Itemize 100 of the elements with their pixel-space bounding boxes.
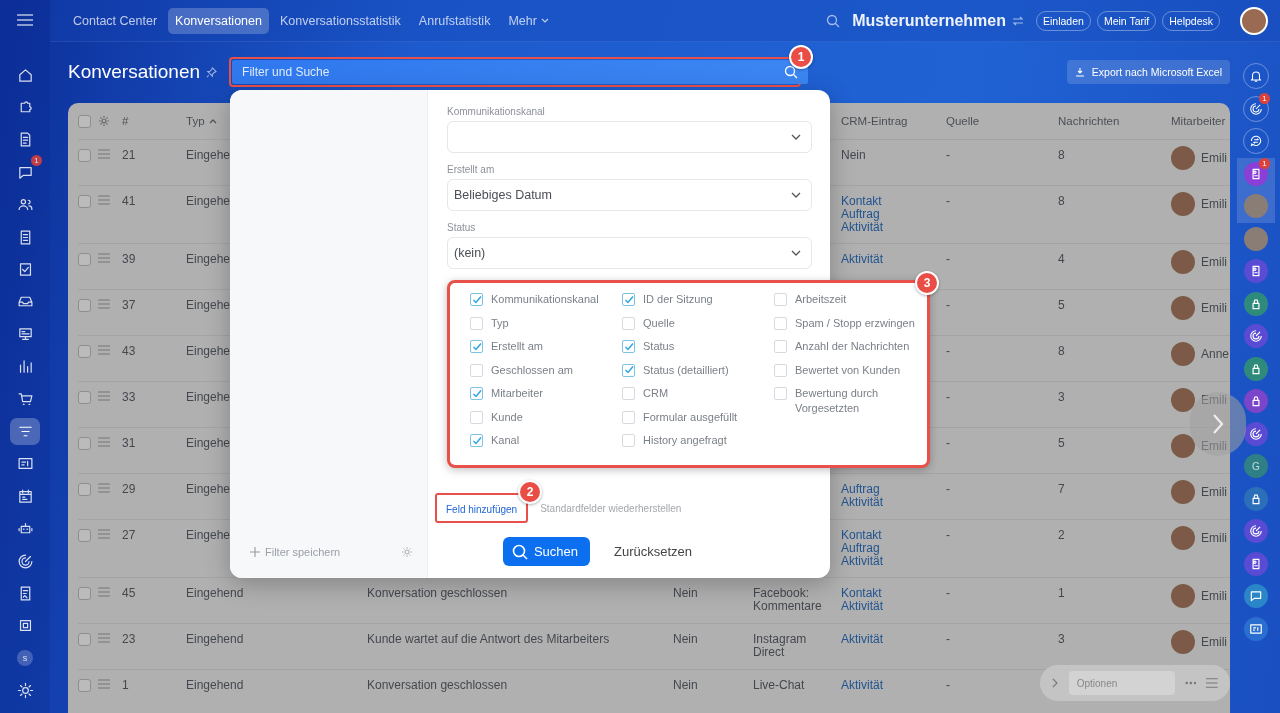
employee-name[interactable]: Emili (1201, 635, 1227, 649)
add-field-link[interactable]: Feld hinzufügen (446, 504, 518, 515)
employee-name[interactable]: Emili (1201, 151, 1227, 165)
drag-handle-icon[interactable] (98, 587, 110, 597)
column-header[interactable]: Quelle (946, 115, 1058, 127)
checkbox[interactable] (78, 299, 91, 312)
reset-button[interactable]: Zurücksetzen (610, 537, 697, 566)
app-button[interactable] (1244, 486, 1268, 511)
checkbox[interactable] (78, 195, 91, 208)
checkbox[interactable] (78, 253, 91, 266)
app-button[interactable]: G (1244, 454, 1268, 479)
dropdown-field[interactable] (447, 121, 812, 153)
nav-tab[interactable]: Anrufstatistik (411, 7, 498, 34)
drag-handle-icon[interactable] (98, 679, 110, 689)
field-option-label[interactable]: History angefragt (643, 433, 727, 448)
checkbox[interactable] (78, 437, 91, 450)
list-icon[interactable] (1206, 677, 1218, 689)
checkbox[interactable] (470, 434, 483, 447)
crm-link[interactable]: Aktivität (841, 633, 883, 646)
checkbox[interactable] (78, 633, 91, 646)
employee-name[interactable]: Emili (1201, 255, 1227, 269)
sidebar-button[interactable]: s (10, 645, 40, 672)
crm-link[interactable]: Aktivität (841, 600, 883, 613)
field-option-label[interactable]: Kanal (491, 433, 520, 448)
checkbox[interactable] (470, 293, 483, 306)
group-avatar[interactable] (1244, 226, 1268, 251)
employee-name[interactable]: Emili (1201, 197, 1227, 211)
checkbox[interactable] (78, 679, 91, 692)
app-button[interactable] (1244, 356, 1268, 381)
field-option-label[interactable]: Formular ausgefüllt (643, 409, 738, 425)
drag-handle-icon[interactable] (98, 633, 110, 643)
field-option-label[interactable]: ID der Sitzung (643, 292, 713, 307)
crm-link[interactable]: Aktivität (841, 496, 883, 509)
pin-icon[interactable] (206, 66, 218, 78)
settings-icon[interactable] (401, 546, 413, 558)
app-button[interactable] (1244, 291, 1268, 316)
nav-tab[interactable]: Konversationen (168, 7, 269, 34)
company-name[interactable]: Musterunternehmen (852, 11, 1006, 30)
column-header[interactable]: CRM-Eintrag (841, 115, 946, 127)
dropdown-field[interactable]: Beliebiges Datum (447, 179, 812, 211)
field-option-label[interactable]: CRM (643, 386, 669, 401)
user-avatar[interactable] (1240, 6, 1268, 35)
checkbox[interactable] (78, 529, 91, 542)
sidebar-button[interactable] (10, 418, 40, 445)
field-option-label[interactable]: Bewertung durch Vorgesetzten (795, 386, 919, 416)
checkbox[interactable] (78, 149, 91, 162)
settings-icon[interactable] (98, 115, 110, 127)
crm-link[interactable]: Kontakt (841, 195, 882, 208)
checkbox[interactable] (622, 340, 635, 353)
search-field[interactable]: Filter und Suche (232, 60, 809, 84)
crm-link[interactable]: Aktivität (841, 555, 883, 568)
crm-link[interactable]: Kontakt (841, 529, 882, 542)
crm-link[interactable]: Auftrag (841, 208, 880, 221)
app-button[interactable]: 1 (1244, 161, 1268, 186)
dropdown-field[interactable]: (kein) (447, 237, 812, 269)
switch-icon[interactable] (1012, 15, 1024, 26)
employee-name[interactable]: Emili (1201, 589, 1227, 603)
field-option-label[interactable]: Kunde (491, 409, 523, 425)
column-header[interactable]: Nachrichten (1058, 115, 1171, 127)
more-icon[interactable] (1184, 681, 1197, 685)
nav-tab[interactable]: Konversationsstatistik (272, 7, 408, 34)
checkbox[interactable] (622, 293, 635, 306)
app-button[interactable] (1244, 584, 1268, 609)
crm-link[interactable]: Aktivität (841, 221, 883, 234)
employee-name[interactable]: Emili (1201, 531, 1227, 545)
checkbox[interactable] (622, 363, 635, 377)
field-option-label[interactable]: Anzahl der Nachrichten (795, 339, 910, 354)
crm-link[interactable]: Auftrag (841, 483, 880, 496)
checkbox[interactable] (470, 387, 483, 400)
field-option-label[interactable]: Erstellt am (491, 339, 543, 354)
field-option-label[interactable]: Mitarbeiter (491, 386, 543, 401)
menu-icon[interactable] (17, 14, 33, 26)
checkbox[interactable] (470, 340, 483, 353)
crm-link[interactable]: Aktivität (841, 253, 883, 266)
crm-link[interactable]: Kontakt (841, 587, 882, 600)
drag-handle-icon[interactable] (98, 483, 110, 493)
drag-handle-icon[interactable] (98, 149, 110, 159)
save-filter-link[interactable]: Filter speichern (250, 546, 341, 558)
checkbox[interactable] (78, 345, 91, 358)
app-button[interactable] (1244, 616, 1268, 641)
field-option-label[interactable]: Arbeitszeit (795, 292, 847, 307)
field-option-label[interactable]: Geschlossen am (491, 362, 573, 378)
drag-handle-icon[interactable] (98, 345, 110, 355)
field-option-label[interactable]: Kommunikationskanal (491, 292, 599, 307)
crm-link[interactable]: Auftrag (841, 542, 880, 555)
drag-handle-icon[interactable] (98, 195, 110, 205)
app-button[interactable] (1244, 324, 1268, 349)
column-header[interactable]: # (122, 115, 186, 127)
app-button[interactable] (1244, 389, 1268, 414)
checkbox[interactable] (78, 587, 91, 600)
nav-tab[interactable]: Contact Center (66, 7, 165, 34)
checkbox[interactable] (78, 483, 91, 496)
scroll-right-button[interactable] (1190, 392, 1246, 456)
options-field[interactable]: Optionen (1068, 671, 1175, 695)
drag-handle-icon[interactable] (98, 437, 110, 447)
column-header[interactable]: Typ (186, 115, 367, 127)
field-option-label[interactable]: Typ (491, 315, 509, 331)
restore-fields-link[interactable]: Standardfelder wiederherstellen (540, 502, 682, 514)
checkbox[interactable] (78, 114, 91, 128)
drag-handle-icon[interactable] (98, 253, 110, 263)
